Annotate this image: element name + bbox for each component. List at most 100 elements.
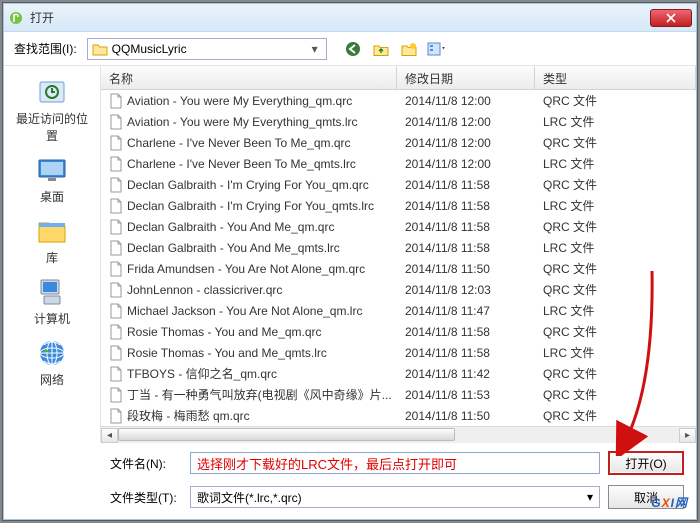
- window-title: 打开: [30, 9, 650, 26]
- sidebar-computer[interactable]: 计算机: [12, 272, 92, 331]
- file-type-cell: LRC 文件: [535, 197, 696, 214]
- sidebar-item-label: 库: [46, 249, 58, 266]
- file-name-cell: Aviation - You were My Everything_qm.qrc: [101, 93, 397, 109]
- file-name-cell: Rosie Thomas - You and Me_qmts.lrc: [101, 345, 397, 361]
- file-row[interactable]: Rosie Thomas - You and Me_qm.qrc2014/11/…: [101, 321, 696, 342]
- file-row[interactable]: Declan Galbraith - I'm Crying For You_qm…: [101, 174, 696, 195]
- file-type-cell: LRC 文件: [535, 113, 696, 130]
- file-row[interactable]: Rosie Thomas - You and Me_qmts.lrc2014/1…: [101, 342, 696, 363]
- file-date-cell: 2014/11/8 11:50: [397, 262, 535, 276]
- folder-icon: [92, 42, 108, 56]
- column-name[interactable]: 名称: [101, 66, 397, 89]
- filename-input[interactable]: 选择刚才下载好的LRC文件，最后点打开即可: [190, 452, 600, 474]
- column-headers: 名称 修改日期 类型: [101, 66, 696, 90]
- file-date-cell: 2014/11/8 11:58: [397, 220, 535, 234]
- sidebar-network[interactable]: 网络: [12, 333, 92, 392]
- file-type-cell: QRC 文件: [535, 323, 696, 340]
- close-button[interactable]: [650, 9, 692, 27]
- file-row[interactable]: Michael Jackson - You Are Not Alone_qm.l…: [101, 300, 696, 321]
- file-row[interactable]: Declan Galbraith - You And Me_qm.qrc2014…: [101, 216, 696, 237]
- chevron-down-icon[interactable]: ▾: [308, 42, 322, 56]
- file-list[interactable]: Aviation - You were My Everything_qm.qrc…: [101, 90, 696, 426]
- app-icon: [8, 10, 24, 26]
- file-row[interactable]: Charlene - I've Never Been To Me_qmts.lr…: [101, 153, 696, 174]
- file-row[interactable]: 段玫梅 - 梅雨愁 qm.qrc2014/11/8 11:50QRC 文件: [101, 405, 696, 426]
- view-icon: [427, 41, 447, 57]
- bottom-panel: 文件名(N): 选择刚才下载好的LRC文件，最后点打开即可 打开(O) 文件类型…: [4, 443, 696, 519]
- lookin-label: 查找范围(I):: [14, 40, 77, 57]
- file-type-cell: QRC 文件: [535, 92, 696, 109]
- file-type-cell: QRC 文件: [535, 386, 696, 403]
- back-button[interactable]: [343, 39, 363, 59]
- new-folder-button[interactable]: [399, 39, 419, 59]
- file-name-cell: Charlene - I've Never Been To Me_qm.qrc: [101, 135, 397, 151]
- file-date-cell: 2014/11/8 11:42: [397, 367, 535, 381]
- folder-up-icon: [373, 41, 389, 57]
- file-date-cell: 2014/11/8 11:58: [397, 325, 535, 339]
- filetype-combo[interactable]: 歌词文件(*.lrc,*.qrc) ▾: [190, 486, 600, 508]
- file-date-cell: 2014/11/8 11:58: [397, 241, 535, 255]
- file-date-cell: 2014/11/8 12:00: [397, 115, 535, 129]
- file-type-cell: QRC 文件: [535, 407, 696, 424]
- file-row[interactable]: 丁当 - 有一种勇气叫放弃(电视剧《风中奇缘》片...2014/11/8 11:…: [101, 384, 696, 405]
- file-row[interactable]: Declan Galbraith - You And Me_qmts.lrc20…: [101, 237, 696, 258]
- close-icon: [666, 13, 676, 23]
- sidebar-item-label: 计算机: [34, 310, 70, 327]
- file-name-cell: Declan Galbraith - I'm Crying For You_qm…: [101, 177, 397, 193]
- file-type-cell: QRC 文件: [535, 260, 696, 277]
- scroll-thumb[interactable]: [118, 428, 455, 441]
- file-row[interactable]: Aviation - You were My Everything_qm.qrc…: [101, 90, 696, 111]
- sidebar-item-label: 最近访问的位置: [12, 110, 92, 144]
- file-type-cell: LRC 文件: [535, 155, 696, 172]
- file-row[interactable]: Charlene - I've Never Been To Me_qm.qrc2…: [101, 132, 696, 153]
- annotation-hint: 选择刚才下载好的LRC文件，最后点打开即可: [197, 454, 457, 473]
- cancel-button[interactable]: 取消: [608, 485, 684, 509]
- file-row[interactable]: Aviation - You were My Everything_qmts.l…: [101, 111, 696, 132]
- file-date-cell: 2014/11/8 11:53: [397, 388, 535, 402]
- file-name-cell: Aviation - You were My Everything_qmts.l…: [101, 114, 397, 130]
- scroll-left-button[interactable]: ◂: [101, 428, 118, 443]
- file-type-cell: LRC 文件: [535, 302, 696, 319]
- file-type-cell: QRC 文件: [535, 134, 696, 151]
- file-date-cell: 2014/11/8 12:00: [397, 136, 535, 150]
- libraries-icon: [36, 215, 68, 247]
- file-row[interactable]: JohnLennon - classicriver.qrc2014/11/8 1…: [101, 279, 696, 300]
- new-folder-icon: [401, 41, 417, 57]
- file-type-cell: QRC 文件: [535, 365, 696, 382]
- file-row[interactable]: Frida Amundsen - You Are Not Alone_qm.qr…: [101, 258, 696, 279]
- file-name-cell: Charlene - I've Never Been To Me_qmts.lr…: [101, 156, 397, 172]
- filename-label: 文件名(N):: [110, 455, 182, 472]
- sidebar-recent[interactable]: 最近访问的位置: [12, 72, 92, 148]
- file-name-cell: TFBOYS - 信仰之名_qm.qrc: [101, 365, 397, 382]
- file-name-cell: 丁当 - 有一种勇气叫放弃(电视剧《风中奇缘》片...: [101, 386, 397, 403]
- column-type[interactable]: 类型: [535, 66, 696, 89]
- recent-icon: [36, 76, 68, 108]
- column-date[interactable]: 修改日期: [397, 66, 535, 89]
- scroll-track[interactable]: [118, 428, 679, 443]
- sidebar-item-label: 网络: [40, 371, 64, 388]
- up-button[interactable]: [371, 39, 391, 59]
- file-name-cell: Declan Galbraith - You And Me_qmts.lrc: [101, 240, 397, 256]
- sidebar-libraries[interactable]: 库: [12, 211, 92, 270]
- file-date-cell: 2014/11/8 11:58: [397, 346, 535, 360]
- file-name-cell: Frida Amundsen - You Are Not Alone_qm.qr…: [101, 261, 397, 277]
- file-row[interactable]: TFBOYS - 信仰之名_qm.qrc2014/11/8 11:42QRC 文…: [101, 363, 696, 384]
- open-dialog: 打开 查找范围(I): QQMusicLyric ▾ 最近访问的位置 桌面: [3, 3, 697, 520]
- file-name-cell: JohnLennon - classicriver.qrc: [101, 282, 397, 298]
- file-name-cell: Declan Galbraith - I'm Crying For You_qm…: [101, 198, 397, 214]
- view-menu-button[interactable]: [427, 39, 447, 59]
- file-date-cell: 2014/11/8 11:58: [397, 178, 535, 192]
- sidebar-desktop[interactable]: 桌面: [12, 150, 92, 209]
- file-row[interactable]: Declan Galbraith - I'm Crying For You_qm…: [101, 195, 696, 216]
- lookin-combo[interactable]: QQMusicLyric ▾: [87, 38, 327, 60]
- file-type-cell: QRC 文件: [535, 218, 696, 235]
- file-date-cell: 2014/11/8 11:47: [397, 304, 535, 318]
- open-button[interactable]: 打开(O): [608, 451, 684, 475]
- horizontal-scrollbar[interactable]: ◂ ▸: [101, 426, 696, 443]
- file-type-cell: LRC 文件: [535, 239, 696, 256]
- desktop-icon: [36, 154, 68, 186]
- lookin-row: 查找范围(I): QQMusicLyric ▾: [4, 32, 696, 66]
- scroll-right-button[interactable]: ▸: [679, 428, 696, 443]
- file-type-cell: QRC 文件: [535, 281, 696, 298]
- titlebar: 打开: [4, 4, 696, 32]
